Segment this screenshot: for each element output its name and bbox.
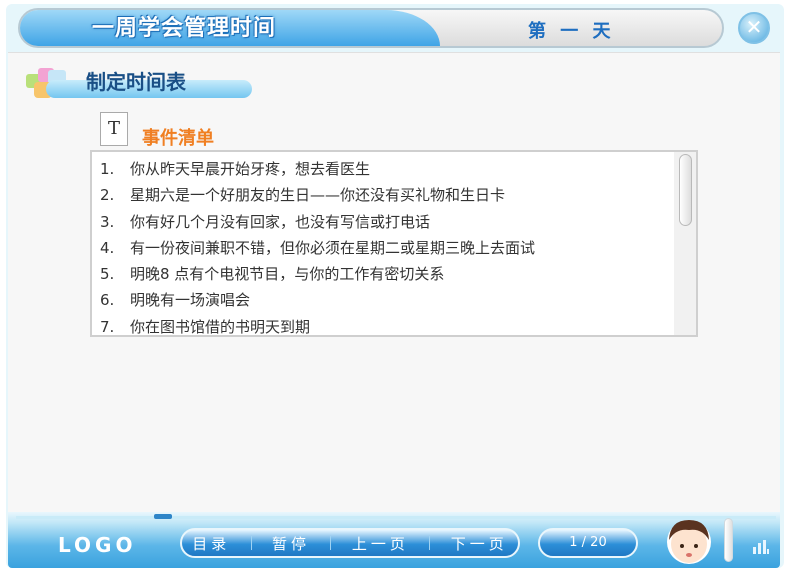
nav-divider: [429, 536, 431, 550]
list-item: 5. 明晚8 点有个电视节目，与你的工作有密切关系: [100, 265, 445, 284]
menu-button[interactable]: 目录: [192, 533, 230, 554]
pause-button[interactable]: 暂停: [272, 533, 310, 554]
section-title: 制定时间表: [86, 70, 186, 94]
list-item: 3. 你有好几个月没有回家，也没有写信或打电话: [100, 212, 431, 231]
list-item: 7. 你在图书馆借的书明天到期: [100, 317, 311, 336]
progress-track: [16, 516, 776, 519]
logo: LOGO: [58, 533, 137, 557]
document-icon: T: [100, 112, 128, 146]
next-page-button[interactable]: 下一页: [451, 533, 508, 554]
nav-controls: 目录 暂停 上一页 下一页: [180, 528, 520, 558]
event-list: 1. 你从昨天早晨开始牙疼，想去看医生 2. 星期六是一个好朋友的生日——你还没有买…: [92, 152, 696, 336]
bar-chart-icon[interactable]: [752, 538, 770, 554]
volume-slider[interactable]: [724, 518, 733, 562]
page-indicator: 1 / 20: [538, 528, 638, 558]
course-title: 一周学会管理时间: [92, 16, 277, 41]
list-item: 1. 你从昨天早晨开始牙疼，想去看医生: [100, 160, 371, 178]
event-list-box[interactable]: 1. 你从昨天早晨开始牙疼，想去看医生 2. 星期六是一个好朋友的生日——你还没有买…: [90, 150, 698, 337]
event-list-title: 事件清单: [142, 128, 214, 149]
close-button[interactable]: ✕: [738, 12, 770, 44]
day-label: 第 一 天: [528, 21, 615, 42]
list-item: 6. 明晚有一场演唱会: [100, 291, 251, 310]
prev-page-button[interactable]: 上一页: [352, 533, 409, 554]
close-icon: ✕: [745, 15, 763, 39]
progress-marker[interactable]: [154, 514, 172, 519]
avatar: [667, 520, 711, 564]
list-item: 2. 星期六是一个好朋友的生日——你还没有买礼物和生日卡: [100, 186, 506, 205]
nav-divider: [330, 536, 332, 550]
scrollbar-thumb[interactable]: [679, 154, 692, 226]
nav-divider: [250, 536, 252, 550]
scrollbar-track[interactable]: [674, 152, 696, 335]
list-item: 4. 有一份夜间兼职不错，但你必须在星期二或星期三晚上去面试: [100, 238, 536, 257]
